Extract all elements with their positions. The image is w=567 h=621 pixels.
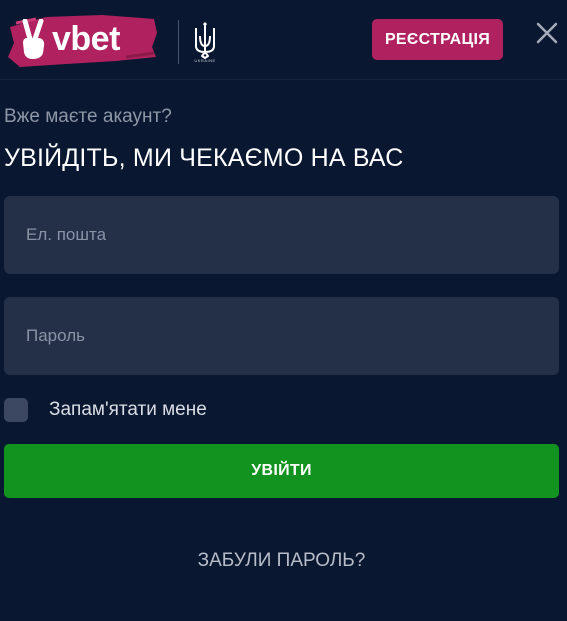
password-field-container [4,297,559,375]
header: vbet UKRAINE РЕЄСТРАЦІЯ [0,0,567,80]
login-button[interactable]: УВІЙТИ [4,444,559,498]
close-icon[interactable] [534,20,560,46]
logo-divider [178,20,179,64]
register-button[interactable]: РЕЄСТРАЦІЯ [372,19,503,60]
remember-me-label: Запам'ятати мене [49,399,207,420]
email-field-container [4,196,559,274]
email-field[interactable] [4,196,559,274]
password-field[interactable] [4,297,559,375]
login-subtitle: Вже маєте акаунт? [4,106,172,127]
login-title: УВІЙДІТЬ, МИ ЧЕКАЄМО НА ВАС [4,144,404,172]
vbet-logo[interactable]: vbet [6,13,162,67]
logo-caption: UKRAINE [194,58,216,63]
logo-text: vbet [52,20,120,58]
forgot-password-link[interactable]: ЗАБУЛИ ПАРОЛЬ? [0,550,563,572]
remember-me-checkbox[interactable] [4,398,28,422]
victory-hand-icon [22,19,45,59]
remember-me-row[interactable]: Запам'ятати мене [4,397,207,423]
